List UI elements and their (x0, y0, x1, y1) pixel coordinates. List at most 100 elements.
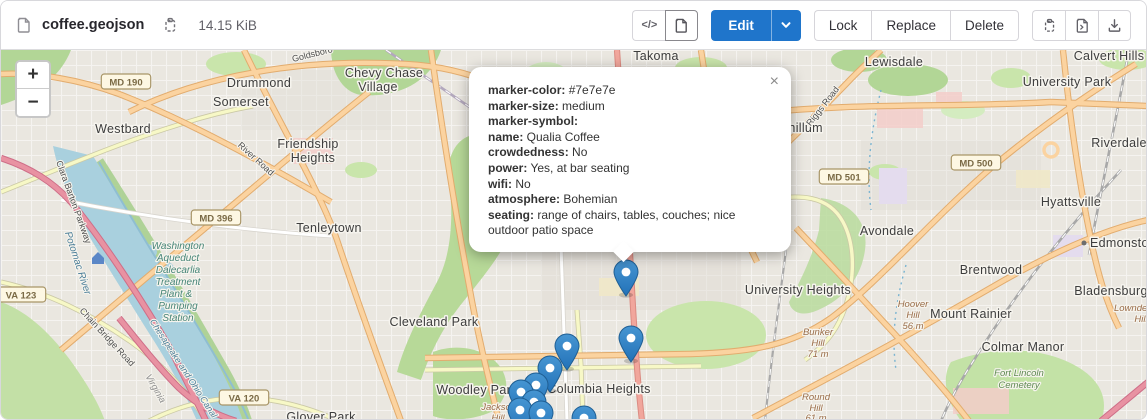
popup-close-button[interactable]: × (766, 71, 783, 93)
zoom-in-button[interactable]: + (17, 62, 49, 89)
delete-button[interactable]: Delete (950, 10, 1019, 41)
chevron-down-icon (780, 19, 792, 31)
map-label: University Park (1023, 75, 1112, 89)
road-shield-label: MD 501 (827, 173, 861, 184)
map-marker-pin[interactable] (508, 398, 532, 420)
map-label: Edmonston (1090, 236, 1146, 250)
map-label: Dalecarlia (156, 265, 201, 276)
map-label: Avondale (860, 224, 914, 238)
marker-hole (537, 409, 546, 418)
clipboard-icon (162, 17, 178, 33)
map-label: Pumping (158, 301, 198, 312)
file-icon (16, 17, 32, 33)
map-label: Glover Park (286, 410, 356, 420)
map-label: Chevy Chase (345, 66, 423, 80)
map-label: Drummond (227, 76, 291, 90)
map-label: Fort Lincoln (994, 368, 1044, 379)
view-toggle-group: </> (632, 10, 698, 41)
road-shield-label: MD 500 (959, 159, 992, 170)
map-label: Hoover (898, 299, 929, 310)
popup-property: wifi: No (488, 177, 772, 193)
edit-button[interactable]: Edit (711, 10, 771, 41)
map-label: Hill (1134, 314, 1146, 325)
edit-dropdown-button[interactable] (771, 10, 801, 41)
file-actions-group: Lock Replace Delete (814, 10, 1019, 41)
zoom-control: + − (15, 60, 51, 118)
edit-split-button: Edit (711, 10, 801, 41)
road-shield-label: MD 396 (199, 214, 232, 225)
map-label: Cleveland Park (390, 315, 479, 329)
map-label: Round (802, 392, 831, 403)
replace-button[interactable]: Replace (871, 10, 950, 41)
map-label: Woodley Park (436, 383, 518, 397)
map-label: Lowndes (1114, 303, 1146, 314)
map-label: Station (162, 313, 194, 324)
map-popup: × marker-color: #7e7e7emarker-size: medi… (469, 67, 791, 252)
marker-hole (622, 268, 631, 277)
map-label: Village (358, 80, 397, 94)
road-shield-label: MD 190 (109, 78, 142, 89)
copy-clipboard-icon (1042, 18, 1057, 33)
edmonston-dot (1082, 241, 1087, 246)
map-label: Hill (491, 413, 505, 420)
map-label: Treatment (156, 277, 202, 288)
marker-hole (546, 364, 555, 373)
map-label: Tenleytown (296, 221, 362, 235)
popup-properties: marker-color: #7e7e7emarker-size: medium… (488, 83, 772, 239)
map-label: Friendship (277, 137, 338, 151)
popup-property: marker-size: medium (488, 99, 772, 115)
map-label: 61 m (805, 413, 826, 420)
map-label: Calvert Hills (1074, 50, 1145, 63)
map-label: Colmar Manor (982, 340, 1065, 354)
marker-hole (563, 342, 572, 351)
lock-button[interactable]: Lock (814, 10, 872, 41)
map-label: Cemetery (998, 380, 1040, 391)
geojson-map[interactable]: MD 190 MD 396 MD 501 MD 500 VA 123 VA 120 Tak… (1, 50, 1146, 420)
map-label: Bunker (803, 327, 834, 338)
copy-file-path-button[interactable] (160, 15, 180, 35)
snippet-card: coffee.geojson 14.15 KiB </> (0, 0, 1147, 420)
map-label: Somerset (213, 95, 269, 109)
popup-property: marker-color: #7e7e7e (488, 83, 772, 99)
copy-contents-button[interactable] (1032, 10, 1065, 41)
zoom-out-button[interactable]: − (17, 89, 49, 116)
map-label: University Heights (745, 283, 851, 297)
map-label: Aqueduct (156, 253, 200, 264)
map-label: Bladensburg (1074, 284, 1146, 298)
popup-property: name: Qualia Coffee (488, 130, 772, 146)
map-label: Columbia Heights (547, 382, 650, 396)
popup-property: seating: range of chairs, tables, couche… (488, 208, 772, 239)
file-code-icon (1075, 18, 1090, 33)
map-label: Brentwood (960, 263, 1022, 277)
map-label: Hill (906, 310, 920, 321)
filename: coffee.geojson (42, 17, 144, 33)
marker-hole (627, 334, 636, 343)
map-label: Plant & (160, 289, 193, 300)
rendered-view-button[interactable] (665, 10, 698, 41)
download-icon (1107, 18, 1122, 33)
popup-property: marker-symbol: (488, 114, 772, 130)
map-label: 56 m (902, 321, 923, 332)
map-label: 71 m (807, 349, 828, 360)
map-label: Westbard (95, 122, 151, 136)
file-tools-group (1032, 10, 1131, 41)
map-marker-pin[interactable] (529, 401, 553, 420)
popup-property: crowdedness: No (488, 145, 772, 161)
popup-property: power: Yes, at bar seating (488, 161, 772, 177)
file-header: coffee.geojson 14.15 KiB </> (1, 1, 1146, 50)
map-label: Takoma (633, 50, 679, 63)
open-raw-button[interactable] (1065, 10, 1098, 41)
marker-hole (532, 381, 541, 390)
map-label: Heights (291, 151, 335, 165)
map-label: Lewisdale (865, 55, 923, 69)
popup-property: atmosphere: Bohemian (488, 192, 772, 208)
code-view-button[interactable]: </> (632, 10, 665, 41)
map-label: Riverdale (1091, 136, 1146, 150)
map-label: Jackso (480, 402, 511, 413)
map-label: Hyattsville (1041, 195, 1101, 209)
road-shield-label: VA 123 (6, 291, 37, 302)
map-label: Washington (152, 241, 205, 252)
road-shield-label: VA 120 (229, 394, 260, 405)
download-button[interactable] (1098, 10, 1131, 41)
marker-hole (516, 406, 525, 415)
